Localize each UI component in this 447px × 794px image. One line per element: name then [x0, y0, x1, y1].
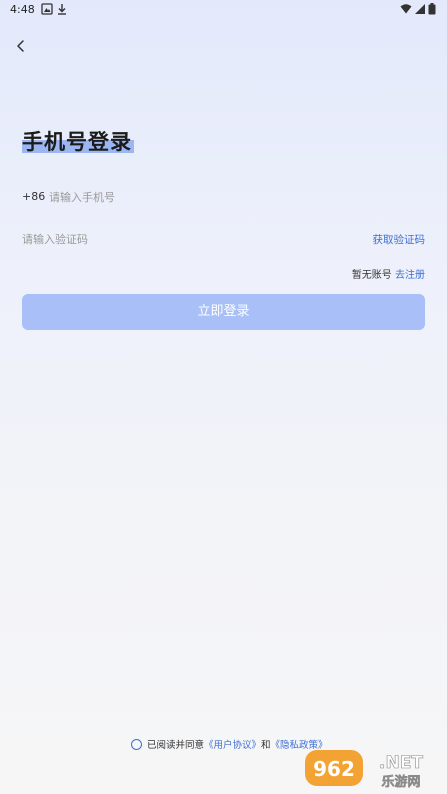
svg-text:.NET: .NET — [379, 753, 423, 773]
image-notification-icon — [41, 3, 53, 15]
status-bar: 4:48 — [0, 0, 447, 20]
register-link[interactable]: 去注册 — [395, 270, 425, 281]
agreement-prefix: 已阅读并同意 — [147, 740, 205, 751]
watermark-logo: 962 .NET 乐游网 — [305, 750, 424, 790]
svg-text:乐游网: 乐游网 — [381, 774, 420, 790]
status-time: 4:48 — [10, 3, 35, 16]
phone-input[interactable] — [49, 186, 389, 208]
download-icon — [58, 4, 66, 15]
page-title: 手机号登录 — [22, 130, 132, 154]
agreement-row: 已阅读并同意 《用户协议》 和 《隐私政策》 — [131, 736, 328, 752]
no-account-label: 暂无账号 — [351, 270, 392, 281]
user-agreement-link[interactable]: 《用户协议》 — [204, 737, 261, 751]
signal-icon — [415, 4, 425, 14]
page-title-wrap: 手机号登录 — [22, 126, 134, 156]
back-arrow-icon[interactable] — [12, 36, 32, 56]
battery-icon — [428, 3, 436, 15]
verification-code-input[interactable] — [22, 228, 322, 250]
no-account-row: 暂无账号 去注册 — [352, 266, 425, 281]
login-button[interactable]: 立即登录 — [22, 294, 425, 330]
agree-checkbox[interactable] — [131, 738, 142, 750]
wifi-icon — [400, 4, 412, 14]
svg-text:962: 962 — [313, 757, 355, 781]
get-code-button[interactable]: 获取验证码 — [373, 232, 426, 247]
agreement-conjunction: 和 — [261, 740, 271, 751]
country-code[interactable]: +86 — [22, 190, 45, 203]
